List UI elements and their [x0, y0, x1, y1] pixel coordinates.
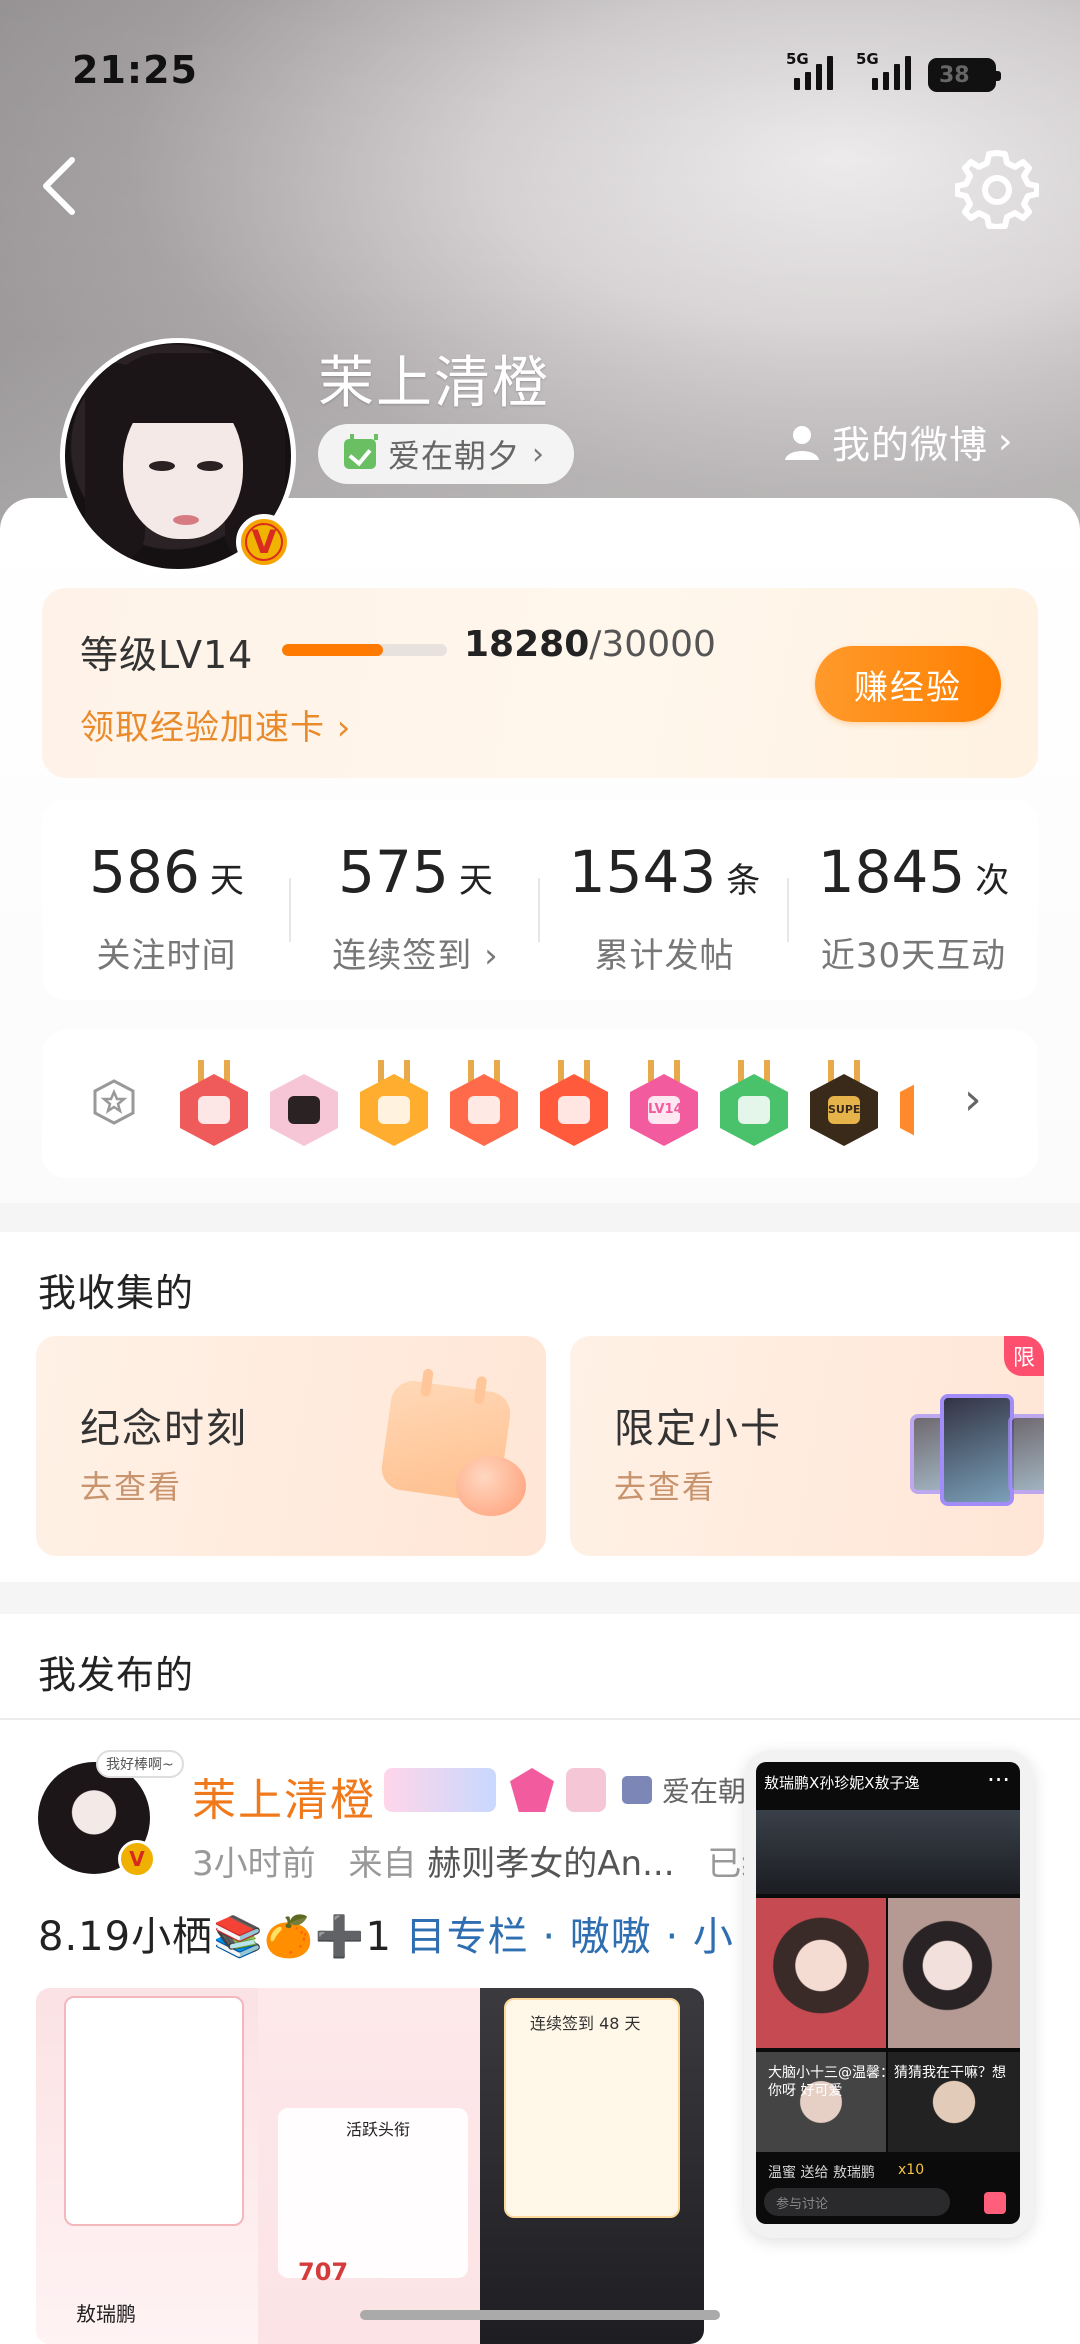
verified-badge-icon: V: [236, 514, 292, 570]
floating-video-window[interactable]: 敖瑞鹏X孙珍妮X敖子逸 ··· 大脑小十三@温馨：猜猜我在干嘛？想你呀 好可爱 …: [744, 1750, 1034, 2238]
collect-section: 我收集的 纪念时刻 去查看 限定小卡 去查看 限: [0, 1232, 1080, 1582]
gem-badge-icon: [510, 1768, 554, 1812]
figure-badge-icon: [566, 1768, 606, 1812]
stat-follow-days: 586 天 关注时间: [42, 800, 291, 1000]
post-meta: 3小时前 来自 赫则孝女的An... 已编: [192, 1844, 776, 1884]
pip-comment-input[interactable]: 参与讨论: [764, 2188, 950, 2216]
badge-strip[interactable]: LV14 SUPER ›: [42, 1030, 1038, 1178]
badge-outline-icon: [93, 1079, 135, 1125]
couple-badge-icon[interactable]: [268, 1060, 340, 1150]
calendar-check-icon: [622, 1776, 652, 1804]
limited-corner-badge: 限: [1004, 1336, 1044, 1376]
profile-username: 茉上清橙: [318, 351, 550, 416]
status-bar: 21:25 5G 5G 38: [0, 0, 1080, 140]
gift-icon[interactable]: [984, 2192, 1006, 2214]
gear-icon: [954, 150, 1040, 230]
collect-section-title: 我收集的: [38, 1271, 195, 1315]
speed-card-link[interactable]: 领取经验加速卡 ›: [80, 700, 351, 749]
avatar-speech-bubble: 我好棒啊~: [96, 1750, 184, 1778]
photo-cards-icon: [910, 1392, 1044, 1512]
more-icon[interactable]: ···: [987, 1766, 1010, 1794]
divider: [0, 1718, 1080, 1720]
back-arrow-icon: [43, 157, 75, 215]
battery-icon: 38: [928, 58, 1001, 92]
level-panel: 等级LV14 18280/30000 领取经验加速卡 › 赚经验: [42, 588, 1038, 778]
badge-more-arrow-icon[interactable]: ›: [964, 1074, 982, 1125]
level-experience: 18280/30000: [464, 624, 716, 665]
post-image-grid[interactable]: 敖瑞鹏 活跃头衔 707 连续签到 48 天: [36, 1988, 704, 2344]
home-indicator[interactable]: [360, 2310, 720, 2320]
cat-badge-icon[interactable]: [448, 1060, 520, 1150]
profile-tag-button[interactable]: 爱在朝夕 ›: [318, 424, 575, 484]
partial-badge-icon[interactable]: [898, 1060, 914, 1150]
post-text[interactable]: 8.19小栖📚🍊➕1 目专栏 · 嗷嗷 · 小: [38, 1904, 734, 1962]
posted-section-title: 我发布的: [38, 1653, 195, 1697]
level-progress-bar: [282, 644, 447, 656]
level-progress-fill: [282, 644, 383, 656]
cat-badge-icon-2[interactable]: [538, 1060, 610, 1150]
signal-icon-2: 5G: [856, 50, 911, 90]
stats-panel: 586 天 关注时间 575 天 连续签到 › 1543 条 累计发帖 1845 次 近…: [42, 800, 1038, 1000]
profile-page: 21:25 5G 5G 38 V 茉上清橙 爱在朝夕 › 我的微博 › 等级LV…: [0, 0, 1080, 2344]
post-author-name[interactable]: 茉上清橙: [192, 1764, 376, 1828]
super-badge-icon[interactable]: SUPER: [808, 1060, 880, 1150]
crown-badge-icon[interactable]: [358, 1060, 430, 1150]
trophy-badge-icon[interactable]: [178, 1060, 250, 1150]
post-image-2[interactable]: 活跃头衔 707: [258, 1988, 480, 2344]
limited-card-card[interactable]: 限定小卡 去查看 限: [570, 1336, 1044, 1556]
post-image-1[interactable]: 敖瑞鹏: [36, 1988, 258, 2344]
stat-checkin-days[interactable]: 575 天 连续签到 ›: [291, 800, 540, 1000]
stat-interactions: 1845 次 近30天互动: [817, 838, 1010, 976]
earn-exp-button[interactable]: 赚经验: [815, 646, 1001, 722]
user-icon: [785, 425, 819, 460]
hand-badge-icon[interactable]: [718, 1060, 790, 1150]
calendar-check-icon: [344, 434, 378, 469]
signal-icon: 5G: [786, 50, 833, 90]
lv14-badge-icon[interactable]: LV14: [628, 1060, 700, 1150]
stat-post-count: 1543 条 累计发帖: [540, 800, 789, 1000]
my-weibo-link[interactable]: 我的微博 ›: [782, 414, 1012, 469]
verified-badge-icon-small: V: [118, 1840, 156, 1878]
post-image-3[interactable]: 连续签到 48 天: [480, 1988, 704, 2344]
level-label: 等级LV14: [80, 633, 254, 677]
memorial-moment-card[interactable]: 纪念时刻 去查看: [36, 1336, 546, 1556]
status-time: 21:25: [72, 48, 198, 92]
decoration-badge-icon: [384, 1768, 496, 1812]
heart-icon: [456, 1456, 526, 1516]
settings-button[interactable]: [954, 145, 1040, 230]
back-button[interactable]: [36, 150, 96, 220]
